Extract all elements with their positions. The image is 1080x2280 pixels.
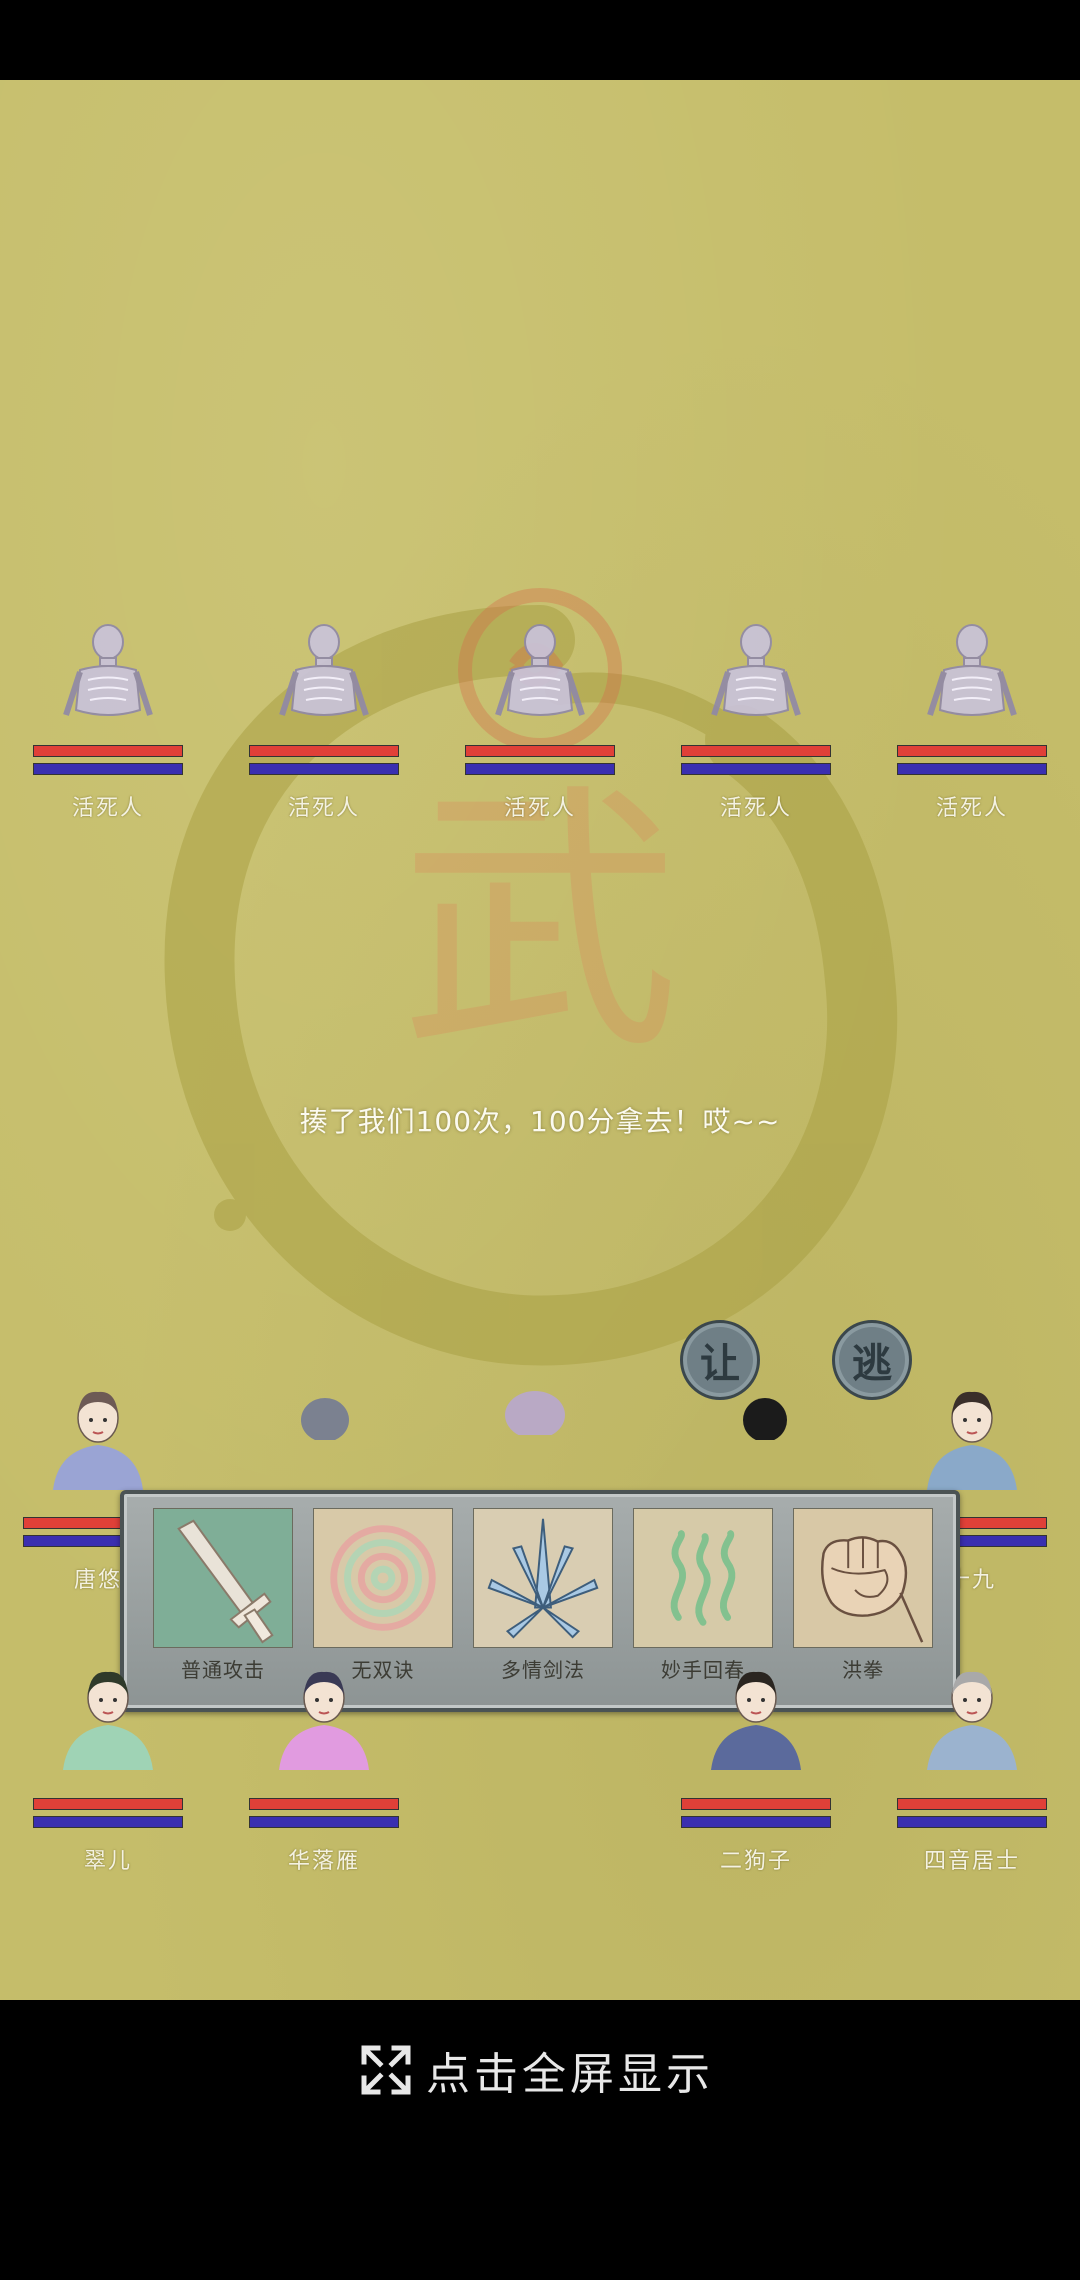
skeleton-portrait-icon <box>63 624 153 716</box>
hp-bar <box>33 1798 183 1810</box>
hp-bar <box>681 745 831 757</box>
enemy-unit[interactable] <box>460 620 620 730</box>
hp-bar <box>897 745 1047 757</box>
fullscreen-button[interactable]: 点击全屏显示 <box>360 2040 720 2100</box>
mp-bar <box>897 1816 1047 1828</box>
party-unit[interactable] <box>28 1660 188 1770</box>
mp-bar <box>681 763 831 775</box>
unit-name: 活死人 <box>935 796 1008 821</box>
enemy-unit[interactable] <box>244 620 404 730</box>
mp-bar <box>465 763 615 775</box>
hp-bar <box>33 745 183 757</box>
party-head-peek-2 <box>505 1391 565 1435</box>
skeleton-portrait-icon <box>279 624 369 716</box>
mp-bar <box>33 763 183 775</box>
enemy-unit[interactable] <box>892 620 1052 730</box>
mp-bar <box>897 763 1047 775</box>
hp-bar <box>249 1798 399 1810</box>
hp-bar <box>897 1798 1047 1810</box>
party-unit[interactable] <box>244 1660 404 1770</box>
skill-normal-attack[interactable]: 普通攻击 <box>153 1508 293 1683</box>
battle-arena: 武 活死人 活死人 活死人 活死人 活死人 揍了我们100次，100分拿去！哎~… <box>0 80 1080 2000</box>
battle-message: 揍了我们100次，100分拿去！哎~~ <box>299 1105 781 1138</box>
party-unit[interactable] <box>676 1660 836 1770</box>
hp-bar <box>465 745 615 757</box>
character-portrait-icon <box>927 1391 1017 1490</box>
party-head-peek-3 <box>743 1398 787 1440</box>
skeleton-portrait-icon <box>927 624 1017 716</box>
skill-label: 多情剑法 <box>501 1658 585 1682</box>
unit-name: 活死人 <box>287 796 360 821</box>
party-unit[interactable] <box>892 1660 1052 1770</box>
mp-bar <box>249 1816 399 1828</box>
skill-wushuang[interactable]: 无双诀 <box>313 1508 453 1683</box>
hp-bar <box>681 1798 831 1810</box>
party-unit[interactable] <box>18 1380 178 1490</box>
unit-name: 活死人 <box>71 796 144 821</box>
character-portrait-icon <box>63 1671 153 1770</box>
character-portrait-icon <box>53 1391 143 1490</box>
enemy-unit[interactable] <box>28 620 188 730</box>
blades-icon <box>473 1508 613 1648</box>
fist-icon <box>793 1508 933 1648</box>
unit-name: 活死人 <box>719 796 792 821</box>
party-unit[interactable] <box>892 1380 1052 1490</box>
enemy-unit[interactable] <box>676 620 836 730</box>
sword-icon <box>153 1508 293 1648</box>
character-portrait-icon <box>927 1671 1017 1770</box>
spiral-icon <box>313 1508 453 1648</box>
skill-hongquan[interactable]: 洪拳 <box>793 1508 933 1683</box>
mp-bar <box>33 1816 183 1828</box>
skeleton-portrait-icon <box>495 624 585 716</box>
hp-bar <box>249 745 399 757</box>
unit-name: 翠儿 <box>83 1849 132 1874</box>
character-portrait-icon <box>711 1671 801 1770</box>
heal-icon <box>633 1508 773 1648</box>
unit-name: 活死人 <box>503 796 576 821</box>
fullscreen-label: 点击全屏显示 <box>426 2049 714 2100</box>
unit-name: 四音居士 <box>923 1849 1020 1874</box>
skill-miaoshou-huichun[interactable]: 妙手回春 <box>633 1508 773 1683</box>
unit-name: 华落雁 <box>287 1849 360 1874</box>
skill-duoqing-sword[interactable]: 多情剑法 <box>473 1508 613 1683</box>
mp-bar <box>681 1816 831 1828</box>
top-black-bar <box>0 0 1080 80</box>
skeleton-portrait-icon <box>711 624 801 716</box>
unit-name: 二狗子 <box>719 1849 792 1874</box>
character-portrait-icon <box>279 1671 369 1770</box>
expand-icon <box>361 2045 411 2095</box>
mp-bar <box>249 763 399 775</box>
party-head-peek-1 <box>301 1398 349 1440</box>
